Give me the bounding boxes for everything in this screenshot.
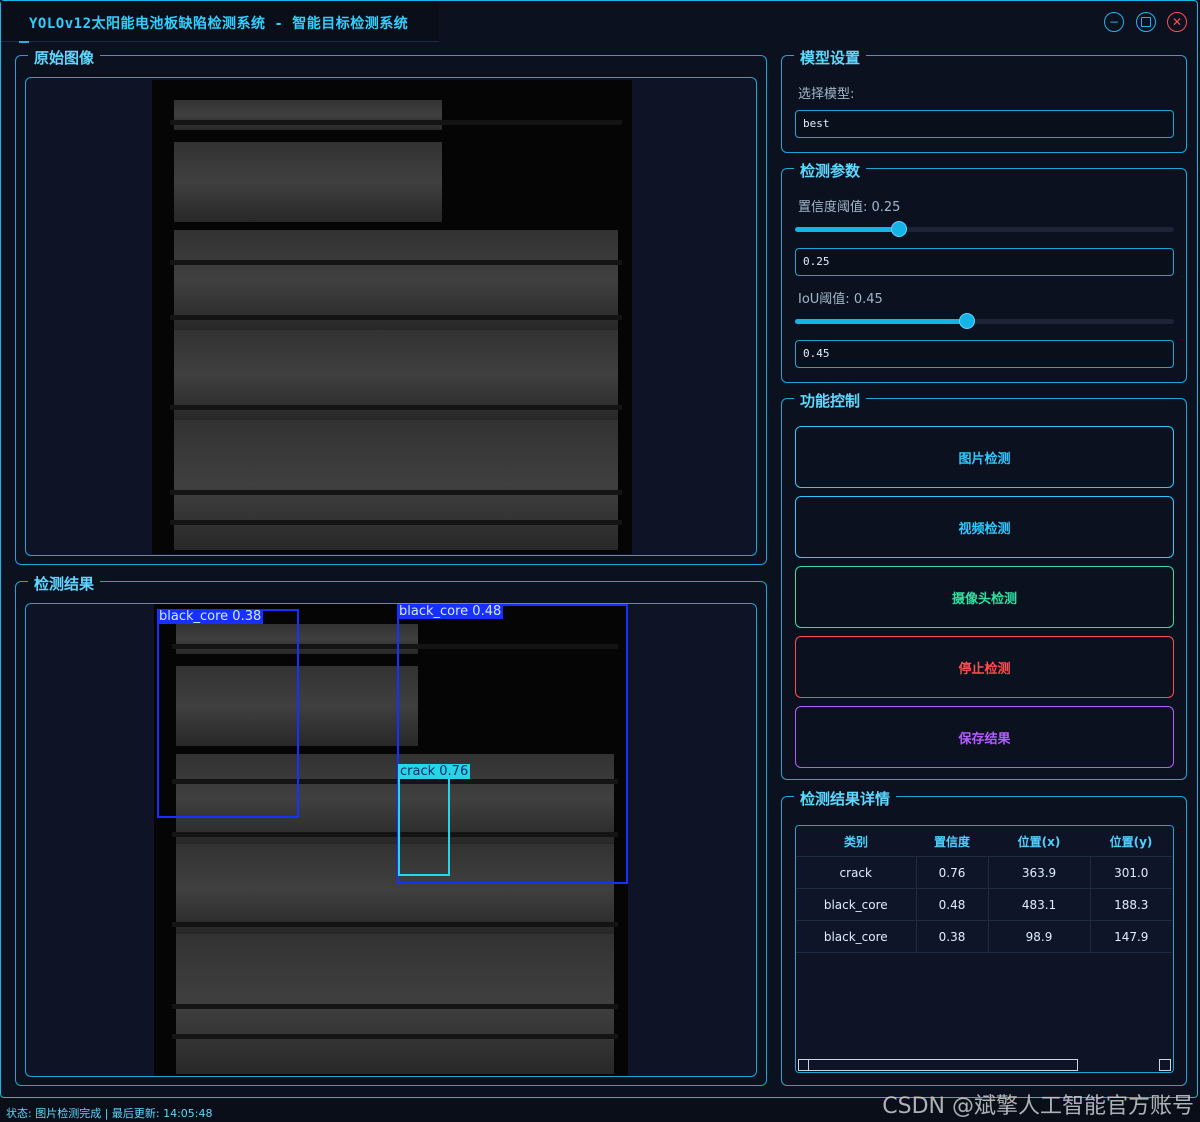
confidence-slider[interactable] — [795, 221, 1174, 237]
function-control-title: 功能控制 — [794, 390, 867, 411]
busbar-line — [172, 1004, 618, 1009]
solar-cell-band — [174, 420, 618, 550]
busbar-line — [172, 922, 618, 927]
table-cell: 147.9 — [1090, 920, 1172, 953]
table-cell: 0.38 — [916, 920, 989, 953]
table-cell: 363.9 — [988, 856, 1091, 889]
model-settings-title: 模型设置 — [794, 47, 867, 68]
model-select[interactable]: best — [795, 110, 1174, 138]
scrollbar-thumb[interactable] — [808, 1059, 1078, 1071]
iou-slider-fill — [795, 319, 967, 324]
camera-detect-button[interactable]: 摄像头检测 — [795, 566, 1174, 628]
table-cell: 483.1 — [988, 888, 1091, 921]
detection-box: crack 0.76 — [398, 764, 471, 876]
minimize-icon: − — [1108, 15, 1120, 29]
table-cell: crack — [796, 856, 917, 889]
stop-detect-label: 停止检测 — [958, 661, 1011, 677]
result-table-container: 类别 置信度 位置(x) 位置(y) crack 0.76 363.9 301.… — [795, 825, 1174, 1073]
video-detect-label: 视频检测 — [958, 521, 1011, 537]
table-header-row: 类别 置信度 位置(x) 位置(y) — [796, 826, 1172, 857]
title-underline — [19, 41, 29, 43]
original-image-title: 原始图像 — [28, 47, 101, 68]
busbar-line — [170, 490, 622, 495]
detect-params-title: 检测参数 — [794, 160, 867, 181]
table-cell: black_core — [796, 888, 917, 921]
table-row[interactable]: black_core 0.38 98.9 147.9 — [796, 920, 1172, 953]
solar-cell-band — [174, 100, 442, 130]
table-cell: 0.48 — [916, 888, 989, 921]
solar-cell-band — [174, 142, 442, 222]
iou-slider[interactable] — [795, 313, 1174, 329]
column-header[interactable]: 位置(x) — [988, 826, 1090, 857]
detection-box-label: crack 0.76 — [398, 764, 471, 779]
save-result-label: 保存结果 — [958, 731, 1011, 747]
scroll-right-arrow[interactable] — [1159, 1059, 1171, 1071]
iou-slider-handle[interactable] — [959, 313, 975, 329]
table-cell: 0.76 — [916, 856, 989, 889]
close-button[interactable]: ✕ — [1167, 12, 1187, 32]
column-header[interactable]: 类别 — [796, 826, 916, 857]
result-table: 类别 置信度 位置(x) 位置(y) crack 0.76 363.9 301.… — [796, 826, 1172, 953]
minimize-button[interactable]: − — [1104, 12, 1124, 32]
maximize-button[interactable] — [1136, 12, 1156, 32]
iou-label: IoU阈值: 0.45 — [798, 292, 883, 307]
confidence-label: 置信度阈值: 0.25 — [798, 200, 901, 215]
app-window: YOLOv12太阳能电池板缺陷检测系统 - 智能目标检测系统 − ✕ 原始图像 … — [0, 0, 1198, 1098]
status-text: 状态: 图片检测完成 | 最后更新: 14:05:48 — [6, 1107, 213, 1120]
stop-detect-button[interactable]: 停止检测 — [795, 636, 1174, 698]
result-details-title: 检测结果详情 — [794, 788, 897, 809]
video-detect-button[interactable]: 视频检测 — [795, 496, 1174, 558]
busbar-line — [170, 520, 622, 525]
title-bar: YOLOv12太阳能电池板缺陷检测系统 - 智能目标检测系统 — [1, 1, 439, 42]
column-header[interactable]: 置信度 — [916, 826, 988, 857]
close-icon: ✕ — [1171, 15, 1183, 29]
detection-result-frame: black_core 0.38 black_core 0.48 crack 0.… — [25, 603, 757, 1077]
image-detect-label: 图片检测 — [958, 451, 1011, 467]
iou-input[interactable]: 0.45 — [795, 340, 1174, 368]
detection-box: black_core 0.38 — [157, 609, 299, 818]
detection-box-label: black_core 0.48 — [397, 604, 504, 619]
maximize-icon — [1141, 17, 1151, 27]
table-cell: black_core — [796, 920, 917, 953]
window-title: YOLOv12太阳能电池板缺陷检测系统 - 智能目标检测系统 — [29, 16, 409, 32]
busbar-line — [172, 1034, 618, 1039]
detection-box-label: black_core 0.38 — [157, 609, 264, 624]
detection-result-title: 检测结果 — [28, 573, 101, 594]
confidence-slider-handle[interactable] — [891, 221, 907, 237]
horizontal-scrollbar[interactable] — [796, 1058, 1173, 1072]
confidence-input[interactable]: 0.25 — [795, 248, 1174, 276]
original-solar-panel-image — [152, 80, 632, 554]
table-row[interactable]: black_core 0.48 483.1 188.3 — [796, 888, 1172, 921]
busbar-line — [170, 405, 622, 410]
save-result-button[interactable]: 保存结果 — [795, 706, 1174, 768]
table-cell: 188.3 — [1090, 888, 1172, 921]
table-cell: 98.9 — [988, 920, 1091, 953]
confidence-slider-fill — [795, 227, 899, 232]
busbar-line — [170, 120, 622, 125]
busbar-line — [170, 260, 622, 265]
original-image-frame — [25, 77, 757, 556]
busbar-line — [170, 315, 622, 320]
table-cell: 301.0 — [1090, 856, 1172, 889]
watermark: CSDN @斌擎人工智能官方账号 — [882, 1094, 1194, 1119]
model-settings-panel: 模型设置 — [781, 47, 1187, 153]
image-detect-button[interactable]: 图片检测 — [795, 426, 1174, 488]
camera-detect-label: 摄像头检测 — [951, 591, 1017, 607]
table-row[interactable]: crack 0.76 363.9 301.0 — [796, 856, 1172, 889]
select-model-label: 选择模型: — [798, 87, 855, 102]
column-header[interactable]: 位置(y) — [1090, 826, 1172, 857]
